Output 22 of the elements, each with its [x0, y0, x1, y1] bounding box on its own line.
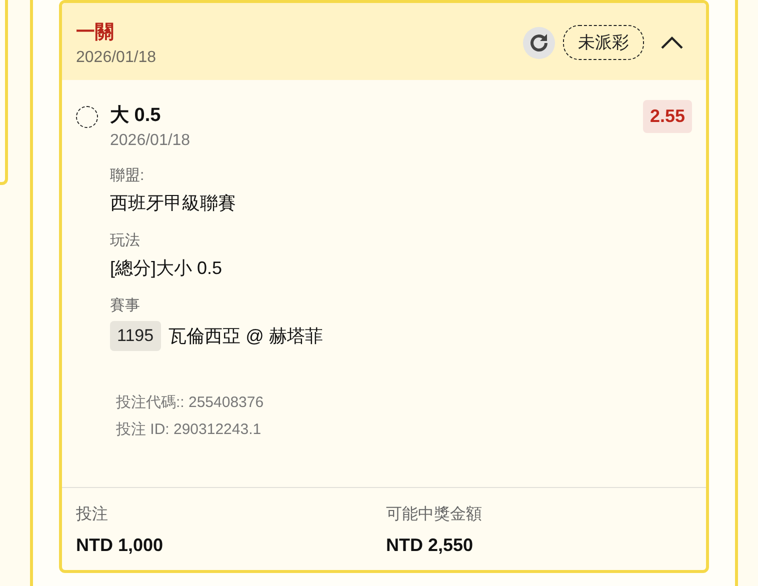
- summary-value: NTD 1,000: [76, 535, 164, 556]
- field-label: 玩法: [110, 231, 141, 250]
- field-value: 西班牙甲級聯賽: [110, 192, 237, 215]
- pending-icon: [76, 106, 98, 128]
- odds-value: 2.55: [642, 100, 692, 133]
- bet-type: 一關: [76, 21, 115, 45]
- status-badge: 未派彩: [563, 25, 644, 60]
- selection-name: 大 0.5: [110, 104, 162, 128]
- field-value: [總分]大小 0.5: [110, 257, 224, 280]
- selection-date: 2026/01/18: [110, 132, 192, 150]
- event-id: 1195: [110, 321, 161, 351]
- bet-code: 投注代碼:: 255408376: [116, 393, 265, 412]
- field-label: 聯盟:: [110, 166, 146, 185]
- field-label: 賽事: [110, 296, 141, 315]
- bet-date: 2026/01/18: [76, 49, 156, 67]
- summary-label: 可能中獎金額: [386, 504, 483, 525]
- chevron-icon: [660, 36, 684, 50]
- refresh-button[interactable]: [523, 26, 555, 58]
- bet-code: 投注 ID: 290312243.1: [116, 420, 262, 439]
- summary-value: NTD 2,550: [386, 535, 474, 556]
- summary-label: 投注: [76, 504, 109, 525]
- match-name: 瓦倫西亞 @ 赫塔菲: [168, 325, 323, 348]
